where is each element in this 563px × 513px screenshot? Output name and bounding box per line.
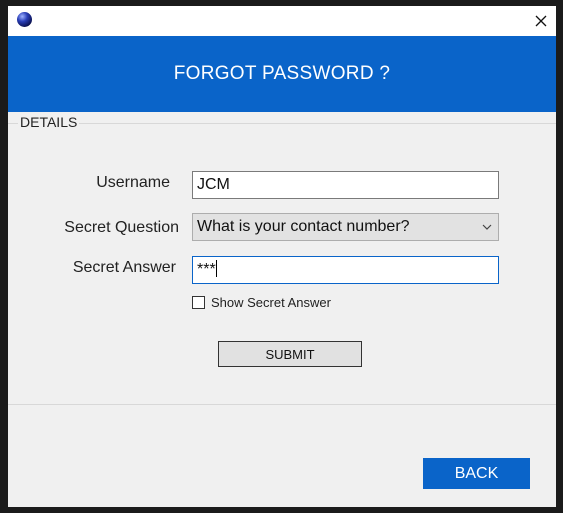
chevron-down-icon [482, 224, 492, 230]
secret-answer-label: Secret Answer [72, 259, 176, 276]
secret-answer-input[interactable]: *** [192, 256, 499, 284]
show-answer-label: Show Secret Answer [211, 294, 331, 310]
close-icon [535, 15, 547, 27]
back-button[interactable]: BACK [423, 458, 530, 489]
header-banner: FORGOT PASSWORD ? [8, 36, 556, 112]
username-value: JCM [197, 176, 230, 193]
submit-button[interactable]: SUBMIT [218, 341, 362, 367]
close-button[interactable] [526, 6, 556, 36]
app-orb-icon [17, 12, 32, 27]
username-label: Username [96, 174, 170, 191]
secret-question-select[interactable]: What is your contact number? [192, 213, 499, 241]
secret-question-value: What is your contact number? [197, 218, 410, 235]
show-answer-checkbox[interactable] [192, 295, 205, 309]
secret-answer-value: *** [197, 261, 216, 278]
page-title: FORGOT PASSWORD ? [173, 63, 391, 84]
secret-question-label: Secret Question [64, 219, 179, 236]
username-input[interactable]: JCM [192, 171, 499, 199]
forgot-password-window: FORGOT PASSWORD ? DETAILS Username JCM S… [8, 6, 556, 507]
show-answer-toggle[interactable]: Show Secret Answer [192, 294, 331, 310]
title-bar [8, 6, 556, 36]
details-legend: DETAILS [18, 114, 80, 130]
text-caret [215, 260, 217, 277]
